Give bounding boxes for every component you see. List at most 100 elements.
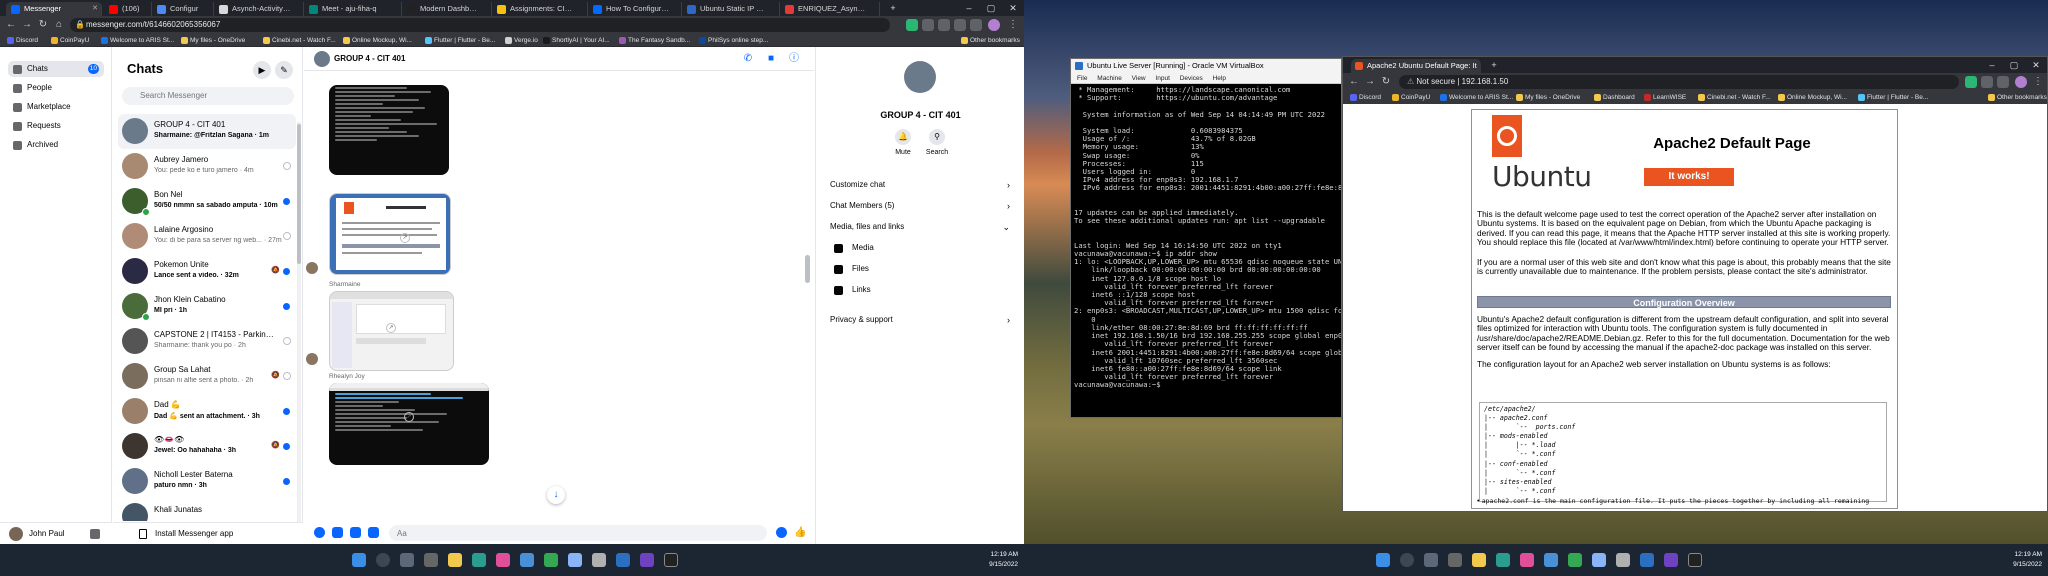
menu-kebab-icon[interactable]: ⋮ — [1006, 18, 1020, 32]
conversation-item[interactable]: Lalaine Argosino You: di be para sa serve… — [118, 219, 296, 254]
chrome-icon[interactable] — [1568, 553, 1582, 567]
bookmark-mockup[interactable]: Online Mockup, Wi... — [342, 34, 412, 47]
minimize-button[interactable]: – — [1981, 57, 2003, 73]
virtualbox-icon[interactable] — [616, 553, 630, 567]
tab-messenger[interactable]: Messenger ✕ — [6, 2, 102, 16]
vscode-icon[interactable] — [1544, 553, 1558, 567]
extension-icon[interactable] — [1965, 76, 1977, 88]
vm-terminal[interactable]: * Management: https://landscape.canonica… — [1071, 84, 1341, 417]
bookmark-learnwise[interactable]: LearnWISE — [1643, 91, 1686, 104]
tab-assignments[interactable]: Assignments: CIT 401 — [492, 2, 588, 16]
search-input[interactable] — [122, 87, 294, 105]
maximize-button[interactable]: ▢ — [980, 0, 1002, 16]
chrome-icon[interactable] — [544, 553, 558, 567]
other-bookmarks[interactable]: Other bookmarks — [1987, 91, 2047, 104]
links-row[interactable]: Links — [830, 281, 1010, 299]
search-icon[interactable]: ⚲ — [929, 129, 945, 145]
bookmark-flutter[interactable]: Flutter | Flutter - Be... — [424, 34, 495, 47]
bookmark-flutter[interactable]: Flutter | Flutter - Be... — [1857, 91, 1928, 104]
conversation-item[interactable]: Pokemon Unite Lance sent a video. · 32m 🔕 — [118, 254, 296, 289]
reload-button[interactable]: ↻ — [1379, 75, 1393, 89]
media-row[interactable]: Media — [830, 239, 1010, 257]
vscode-icon[interactable] — [520, 553, 534, 567]
bookmark-aris[interactable]: Welcome to ARIS St... — [100, 34, 174, 47]
back-button[interactable]: ← — [4, 18, 18, 32]
app-icon[interactable] — [1664, 553, 1678, 567]
minimize-button[interactable]: – — [958, 0, 980, 16]
bookmark-discord[interactable]: Discord — [6, 34, 38, 47]
address-bar[interactable]: 🔒 messenger.com/t/6146602065356067 — [70, 18, 890, 32]
extension-icon[interactable] — [1981, 76, 1993, 88]
tab-youtube[interactable]: (106) — [104, 2, 152, 16]
widgets-icon[interactable] — [1448, 553, 1462, 567]
task-view-icon[interactable] — [400, 553, 414, 567]
video-call-icon[interactable]: ■ — [765, 53, 777, 65]
conversation-item[interactable]: Khali Junatas — [118, 499, 296, 521]
close-window-button[interactable]: ✕ — [2025, 57, 2047, 73]
image-icon[interactable] — [332, 527, 343, 538]
avatar[interactable] — [9, 527, 23, 541]
share-icon[interactable]: ↗ — [400, 233, 410, 243]
sticker-icon[interactable] — [350, 527, 361, 538]
thumbs-up-icon[interactable]: 👍 — [794, 527, 806, 538]
sidebar-icon[interactable] — [970, 19, 982, 31]
app-icon[interactable] — [1496, 553, 1510, 567]
toggle-sidebar-icon[interactable] — [90, 529, 100, 539]
tab-meet[interactable]: Meet - aju-fiha-q — [304, 2, 402, 16]
conversation-item[interactable]: CAPSTONE 2 | IT4153 - Parking S... Sharma… — [118, 324, 296, 359]
gif-icon[interactable] — [368, 527, 379, 538]
bookmark-philsys[interactable]: PhilSys online step... — [698, 34, 768, 47]
virtualbox-icon[interactable] — [1640, 553, 1654, 567]
info-icon[interactable]: ⓘ — [788, 53, 800, 65]
nav-chats[interactable]: Chats 10 — [8, 61, 104, 77]
other-bookmarks[interactable]: Other bookmarks — [960, 34, 1020, 47]
tab-ubuntu-static-ip[interactable]: Ubuntu Static IP confi — [682, 2, 780, 16]
app-icon[interactable] — [496, 553, 510, 567]
windows-start-icon[interactable] — [352, 553, 366, 567]
emoji-icon[interactable] — [776, 527, 787, 538]
conversation-item[interactable]: GROUP 4 - CIT 401 Sharmaine: @Fritzlan Sa… — [118, 114, 296, 149]
conversation-item[interactable]: Group Sa Lahat pinsan ni alfie sent a pho… — [118, 359, 296, 394]
close-tab-icon[interactable]: ✕ — [92, 2, 98, 16]
profile-avatar[interactable] — [988, 19, 1000, 31]
forward-button[interactable]: → — [1363, 75, 1377, 89]
tab-apache-default[interactable]: Apache2 Ubuntu Default Page: It — [1351, 59, 1481, 73]
bookmark-fantasy-sandbox[interactable]: The Fantasy Sandb... — [618, 34, 690, 47]
thread-scrollbar[interactable] — [804, 75, 810, 535]
phone-icon[interactable]: ✆ — [742, 53, 754, 65]
app-icon[interactable] — [1616, 553, 1630, 567]
file-explorer-icon[interactable] — [448, 553, 462, 567]
share-icon[interactable]: ↗ — [404, 412, 414, 422]
tab-how-to-configure[interactable]: How To Configure Stat — [588, 2, 682, 16]
bookmark-mockup[interactable]: Online Mockup, Wi... — [1777, 91, 1847, 104]
nav-marketplace[interactable]: Marketplace — [8, 99, 104, 115]
app-icon[interactable] — [568, 553, 582, 567]
new-tab-button[interactable]: + — [1483, 57, 1505, 73]
install-app-footer[interactable]: Install Messenger app — [113, 522, 303, 544]
message-input[interactable] — [389, 525, 767, 541]
extensions-puzzle-icon[interactable] — [954, 19, 966, 31]
plus-icon[interactable] — [314, 527, 325, 538]
home-button[interactable]: ⌂ — [52, 18, 66, 32]
nav-requests[interactable]: Requests — [8, 118, 104, 134]
customize-chat-row[interactable]: Customize chat › — [824, 176, 1014, 194]
tab-asynch-activity[interactable]: Asynch-Activity-Static — [214, 2, 304, 16]
scroll-to-bottom-button[interactable]: ↓ — [547, 486, 565, 504]
profile-avatar[interactable] — [2015, 76, 2027, 88]
tab-enriquez[interactable]: ENRIQUEZ_Asynch-Ac — [780, 2, 880, 16]
reload-button[interactable]: ↻ — [36, 18, 50, 32]
bookmark-shortlyai[interactable]: ShortlyAI | Your AI... — [542, 34, 610, 47]
scrollbar-thumb[interactable] — [805, 255, 810, 283]
search-icon[interactable] — [1400, 553, 1414, 567]
new-tab-button[interactable]: + — [882, 0, 904, 16]
conversation-item[interactable]: Jhon Klein Cabatino MI pri · 1h — [118, 289, 296, 324]
conversation-item[interactable]: 👁👄👁 Jewel: Oo hahahaha · 3h 🔕 — [118, 429, 296, 464]
forward-button[interactable]: → — [20, 18, 34, 32]
thread-title[interactable]: GROUP 4 - CIT 401 — [334, 54, 405, 63]
conversation-item[interactable]: Nicholl Lester Baterna paturo nmn · 3h — [118, 464, 296, 499]
terminal-icon[interactable] — [1688, 553, 1702, 567]
back-button[interactable]: ← — [1347, 75, 1361, 89]
nav-people[interactable]: People — [8, 80, 104, 96]
bookmark-discord[interactable]: Discord — [1349, 91, 1381, 104]
bell-icon[interactable]: 🔔 — [895, 129, 911, 145]
